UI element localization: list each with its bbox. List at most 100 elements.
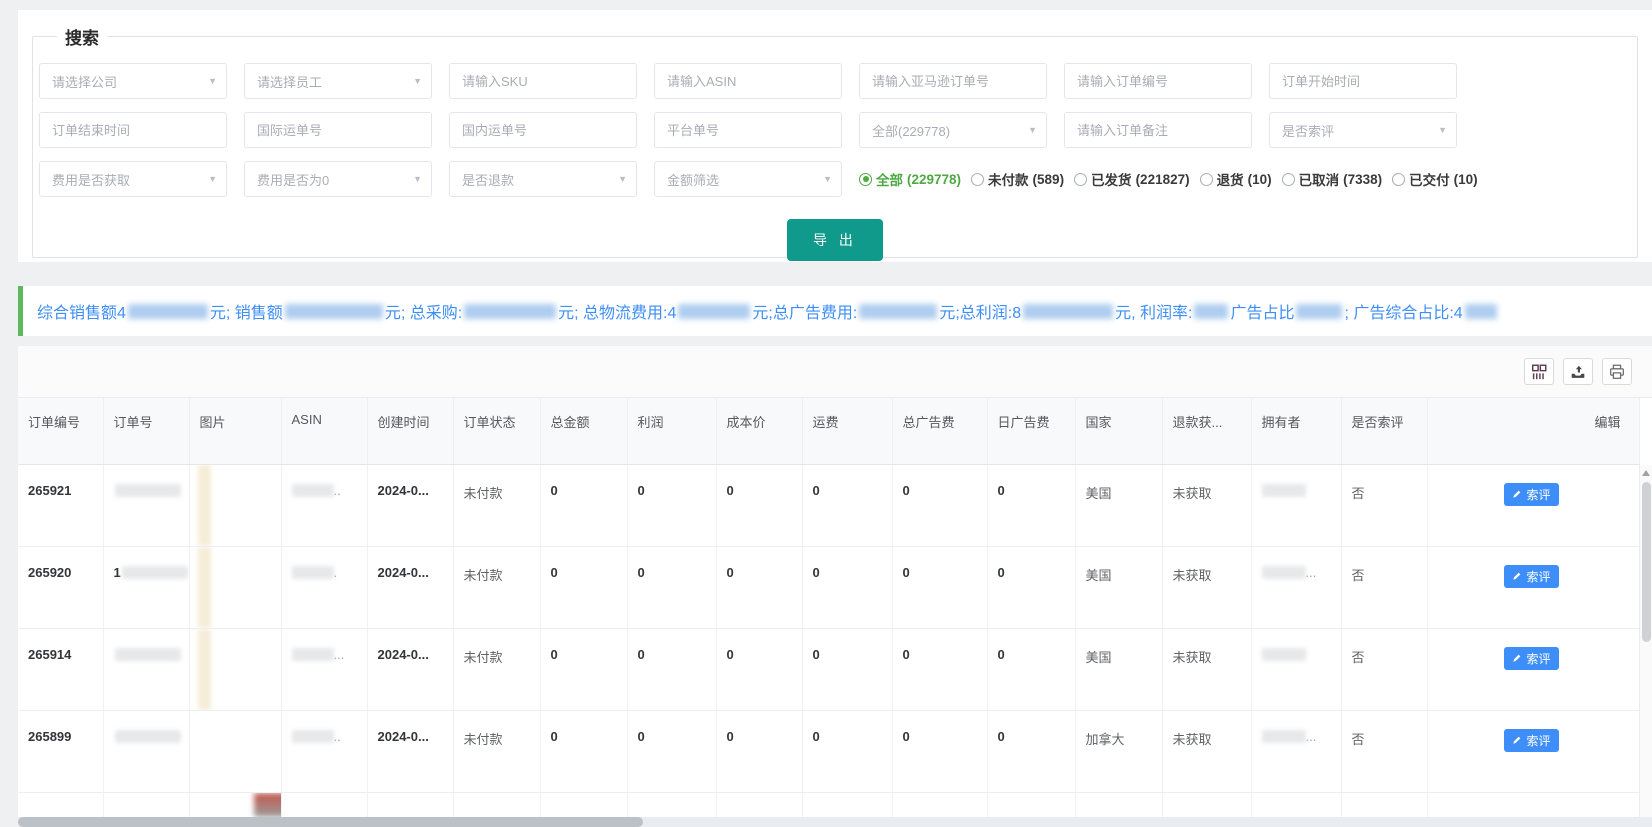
search-fieldset: 搜索 请选择公司▼ 请选择员工▼ 全部(229778)▼ 是否索评▼ 费 — [32, 24, 1638, 261]
refund-select[interactable]: 是否退款 ▼ — [449, 161, 637, 197]
refund-status: 未获取 — [1172, 485, 1212, 501]
review-button-label: 索评 — [1526, 569, 1551, 584]
redacted-order-sn — [114, 647, 181, 661]
platform-order-input[interactable] — [654, 112, 842, 148]
header-label: 订单号 — [113, 415, 153, 430]
radio-selected-icon — [859, 172, 872, 186]
daily-ad-fee: 0 — [997, 728, 1005, 744]
redacted-value — [1194, 303, 1229, 319]
order-number-input[interactable] — [1064, 63, 1252, 99]
redacted-order-sn — [114, 483, 181, 497]
order-status-select[interactable]: 全部(229778) ▼ — [859, 112, 1047, 148]
export-button[interactable]: 导 出 — [787, 219, 883, 261]
header-label: 日广告费 — [997, 415, 1050, 430]
column-settings-button[interactable] — [1524, 358, 1554, 385]
freight: 0 — [812, 564, 820, 580]
redacted-owner — [1261, 565, 1306, 579]
redacted-value — [859, 303, 938, 319]
redacted-owner — [1261, 647, 1306, 661]
status-radio-returned[interactable]: 退货 (10) — [1199, 169, 1272, 189]
export-icon — [1571, 365, 1585, 378]
header-label: 编辑 — [1594, 415, 1621, 430]
review-button-label: 索评 — [1526, 487, 1551, 502]
radio-count: (229778) — [907, 171, 962, 187]
order-end-time-input[interactable] — [39, 112, 227, 148]
redacted-asin — [291, 565, 334, 579]
order-note-input[interactable] — [1064, 112, 1252, 148]
review-requested: 否 — [1351, 485, 1365, 501]
amount-filter-select[interactable]: 金额筛选 ▼ — [654, 161, 842, 197]
summary-text: 元; 销售额 — [209, 305, 283, 322]
summary-text: 元, 利润率: — [1115, 305, 1193, 322]
order-status: 未付款 — [463, 485, 503, 501]
review-request-button[interactable]: 索评 — [1504, 728, 1559, 752]
printer-icon — [1610, 364, 1624, 379]
intl-tracking-input[interactable] — [244, 112, 432, 148]
redacted-value — [1464, 303, 1497, 319]
table-row: 265920 1 . 2024-0... 未付款 0 0 0 0 0 0 美国 … — [18, 546, 1640, 629]
chevron-down-icon: ▼ — [1438, 125, 1447, 135]
header-label: 订单状态 — [463, 415, 516, 430]
profit: 0 — [637, 564, 645, 580]
header-label: 总广告费 — [902, 415, 955, 430]
header-label: 拥有者 — [1261, 415, 1301, 430]
fee-fetched-select[interactable]: 费用是否获取 ▼ — [39, 161, 227, 197]
created-time: 2024-0... — [377, 564, 429, 580]
order-status-select-value: 全部(229778) — [872, 123, 951, 139]
status-radio-all[interactable]: 全部 (229778) — [859, 169, 961, 189]
amount-filter-select-placeholder: 金额筛选 — [667, 172, 720, 188]
status-radio-delivered[interactable]: 已交付 (10) — [1392, 169, 1478, 189]
status-radio-unpaid[interactable]: 未付款 (589) — [971, 169, 1064, 189]
review-request-button[interactable]: 索评 — [1504, 646, 1559, 670]
radio-icon — [1074, 172, 1088, 186]
created-time: 2024-0... — [377, 646, 429, 662]
daily-ad-fee: 0 — [997, 564, 1005, 580]
summary-text: 元;总利润:8 — [939, 305, 1022, 322]
status-radio-cancelled[interactable]: 已取消 (7338) — [1281, 169, 1382, 189]
sku-input[interactable] — [449, 63, 637, 99]
chevron-down-icon: ▼ — [413, 76, 422, 86]
product-image — [253, 792, 280, 816]
asin-input[interactable] — [654, 63, 842, 99]
summary-text: 元;总广告费用: — [752, 305, 858, 322]
company-select[interactable]: 请选择公司 ▼ — [39, 63, 227, 99]
redacted-value — [127, 303, 208, 319]
review-request-button[interactable]: 索评 — [1504, 564, 1559, 588]
daily-ad-fee: 0 — [997, 482, 1005, 498]
radio-count: (221827) — [1135, 171, 1190, 187]
fee-zero-select[interactable]: 费用是否为0 ▼ — [244, 161, 432, 197]
print-button[interactable] — [1602, 358, 1632, 385]
search-legend: 搜索 — [65, 29, 99, 48]
asin-ellipsis: . — [333, 564, 338, 580]
table-row: 265921 .. 2024-0... 未付款 0 0 0 0 0 0 美国 未… — [18, 464, 1640, 547]
vertical-scrollbar-thumb[interactable] — [1641, 482, 1651, 642]
scroll-up-arrow-icon[interactable] — [1642, 470, 1650, 476]
radio-icon — [1199, 172, 1213, 186]
owner-ellipsis: ... — [1305, 564, 1317, 580]
order-start-time-input[interactable] — [1269, 63, 1457, 99]
status-radio-shipped[interactable]: 已发货 (221827) — [1074, 169, 1190, 189]
refund-status: 未获取 — [1172, 731, 1212, 747]
employee-select[interactable]: 请选择员工 ▼ — [244, 63, 432, 99]
chevron-down-icon: ▼ — [618, 174, 627, 184]
review-request-select[interactable]: 是否索评 ▼ — [1269, 112, 1457, 148]
export-table-button[interactable] — [1563, 358, 1593, 385]
cost-price: 0 — [726, 646, 734, 662]
domestic-tracking-input[interactable] — [449, 112, 637, 148]
radio-label: 未付款 — [988, 173, 1029, 188]
vertical-scrollbar[interactable] — [1639, 465, 1652, 817]
chevron-down-icon: ▼ — [1028, 125, 1037, 135]
refund-status: 未获取 — [1172, 567, 1212, 583]
freight: 0 — [812, 728, 820, 744]
amazon-order-input[interactable] — [859, 63, 1047, 99]
redacted-value — [678, 303, 751, 319]
radio-count: (10) — [1453, 171, 1478, 187]
radio-label: 全部 — [876, 173, 903, 188]
total-ad-fee: 0 — [902, 482, 910, 498]
horizontal-scrollbar-thumb[interactable] — [18, 817, 643, 827]
order-id: 265921 — [28, 482, 72, 498]
horizontal-scrollbar[interactable] — [18, 817, 1652, 827]
review-request-button[interactable]: 索评 — [1504, 482, 1559, 506]
redacted-asin — [291, 483, 334, 497]
profit: 0 — [637, 482, 645, 498]
